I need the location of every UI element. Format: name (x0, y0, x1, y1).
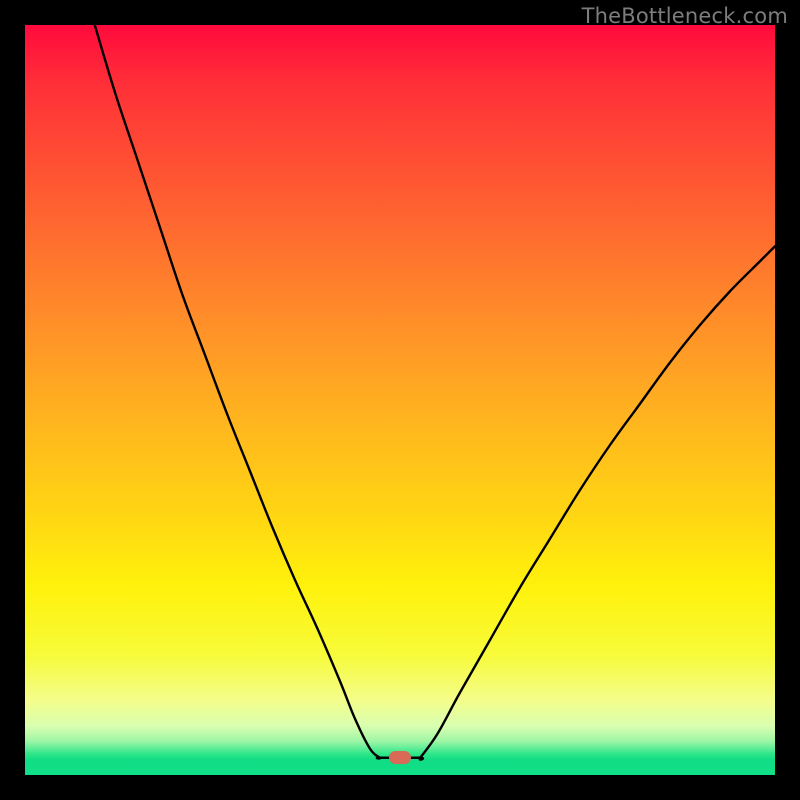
plot-area (25, 25, 775, 775)
curve-layer (25, 25, 775, 775)
bottleneck-curve (95, 25, 775, 760)
minimum-marker (389, 751, 411, 764)
watermark-text: TheBottleneck.com (582, 4, 788, 28)
chart-stage: TheBottleneck.com (0, 0, 800, 800)
